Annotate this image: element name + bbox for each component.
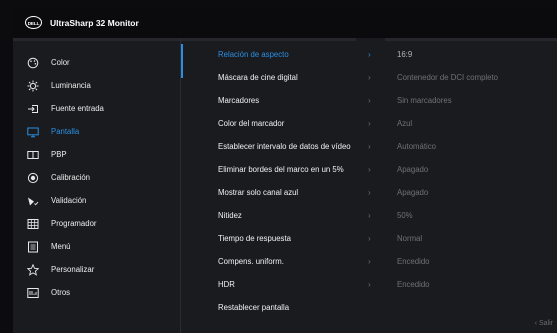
setting-value: Sin marcadores xyxy=(397,96,452,105)
column-divider xyxy=(385,38,557,41)
validation-icon xyxy=(27,195,39,207)
sidebar-item-personalizar[interactable]: Personalizar xyxy=(27,262,192,278)
sidebar-item-label: Menú xyxy=(51,242,71,251)
setting-value: Contenedor de DCI completo xyxy=(397,73,498,82)
brightness-icon xyxy=(27,80,39,92)
sidebar-item-color[interactable]: Color xyxy=(27,55,192,71)
setting-markers[interactable]: Marcadores xyxy=(218,96,259,105)
calibration-icon xyxy=(27,172,39,184)
setting-digital-cinema-mask[interactable]: Máscara de cine digital xyxy=(218,73,298,82)
setting-video-range[interactable]: Establecer intervalo de datos de vídeo xyxy=(218,142,351,151)
display-icon xyxy=(27,126,39,138)
chevron-right-icon: › xyxy=(368,142,371,151)
setting-sharpness[interactable]: Nitidez xyxy=(218,211,242,220)
setting-aspect-ratio[interactable]: Relación de aspecto xyxy=(218,50,289,59)
sidebar-item-menu[interactable]: Menú xyxy=(27,239,192,255)
star-icon xyxy=(27,264,39,276)
sidebar-item-label: Pantalla xyxy=(51,127,80,136)
chevron-left-icon: ‹ xyxy=(534,320,538,327)
sidebar-item-calibracion[interactable]: Calibración xyxy=(27,170,192,186)
setting-value: Azul xyxy=(397,119,413,128)
setting-blue-channel[interactable]: Mostrar solo canal azul xyxy=(218,188,298,197)
scheduler-icon xyxy=(27,218,39,230)
chevron-right-icon: › xyxy=(368,50,371,59)
title-bar: DELL UltraSharp 32 Monitor xyxy=(13,9,557,38)
sidebar-item-label: Fuente entrada xyxy=(51,104,104,113)
setting-value: Normal xyxy=(397,234,423,243)
setting-uniformity-comp[interactable]: Compens. uniform. xyxy=(218,257,284,266)
menu-icon xyxy=(27,241,39,253)
sidebar-item-pantalla[interactable]: Pantalla xyxy=(27,124,192,140)
exit-label: Salir xyxy=(538,320,553,327)
sidebar-item-label: Personalizar xyxy=(51,265,95,274)
sidebar-item-validacion[interactable]: Validación xyxy=(27,193,192,209)
chevron-right-icon: › xyxy=(368,211,371,220)
input-source-icon xyxy=(27,103,39,115)
column-divider xyxy=(13,38,180,41)
column-divider xyxy=(181,38,356,41)
reset-display-button[interactable]: Restablecer pantalla xyxy=(218,303,289,312)
chevron-right-icon: › xyxy=(368,188,371,197)
sidebar-item-label: Luminancia xyxy=(51,81,91,90)
setting-value: Encedido xyxy=(397,280,430,289)
others-icon xyxy=(27,287,39,299)
sidebar-item-label: PBP xyxy=(51,150,67,159)
osd-menu: DELL UltraSharp 32 Monitor Color Luminan… xyxy=(13,9,557,333)
exit-button[interactable]: ‹ Salir xyxy=(535,320,553,327)
setting-value: 50% xyxy=(397,211,413,220)
chevron-right-icon: › xyxy=(368,96,371,105)
setting-remove-borders[interactable]: Eliminar bordes del marco en un 5% xyxy=(218,165,344,174)
setting-value: Apagado xyxy=(397,188,429,197)
chevron-right-icon: › xyxy=(368,73,371,82)
sidebar-item-label: Otros xyxy=(51,288,71,297)
setting-value: Apagado xyxy=(397,165,429,174)
sidebar-item-label: Calibración xyxy=(51,173,91,182)
chevron-right-icon: › xyxy=(368,119,371,128)
sidebar-item-pbp[interactable]: PBP xyxy=(27,147,192,163)
setting-value: Automático xyxy=(397,142,437,151)
sidebar-item-label: Programador xyxy=(51,219,97,228)
chevron-right-icon: › xyxy=(368,280,371,289)
setting-response-time[interactable]: Tiempo de respuesta xyxy=(218,234,291,243)
chevron-right-icon: › xyxy=(368,257,371,266)
pbp-icon xyxy=(27,149,39,161)
setting-marker-color[interactable]: Color del marcador xyxy=(218,119,284,128)
chevron-right-icon: › xyxy=(368,234,371,243)
chevron-right-icon: › xyxy=(368,165,371,174)
color-palette-icon xyxy=(27,57,39,69)
sidebar-item-luminancia[interactable]: Luminancia xyxy=(27,78,192,94)
sidebar-item-label: Validación xyxy=(51,196,87,205)
setting-value: Encedido xyxy=(397,257,430,266)
dell-logo: DELL xyxy=(25,16,42,29)
sidebar-item-label: Color xyxy=(51,58,70,67)
sidebar-item-fuente-entrada[interactable]: Fuente entrada xyxy=(27,101,192,117)
sidebar-item-otros[interactable]: Otros xyxy=(27,285,192,301)
setting-hdr[interactable]: HDR xyxy=(218,280,235,289)
monitor-title: UltraSharp 32 Monitor xyxy=(50,18,139,28)
setting-value: 16:9 xyxy=(397,50,413,59)
sidebar-item-programador[interactable]: Programador xyxy=(27,216,192,232)
